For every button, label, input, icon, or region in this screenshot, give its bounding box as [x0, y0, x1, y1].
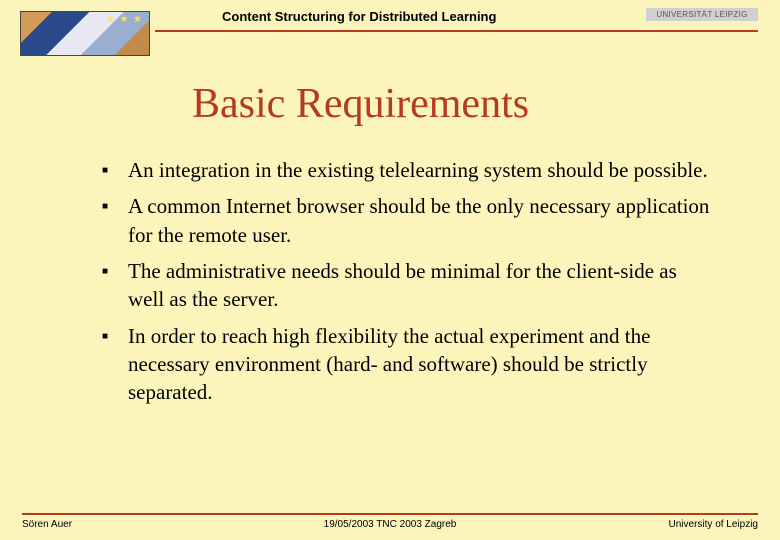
slide-title: Basic Requirements	[192, 80, 780, 128]
bullet-icon: ■	[102, 156, 128, 176]
header: ★ ★ ★ Content Structuring for Distribute…	[0, 0, 780, 58]
bullet-icon: ■	[102, 322, 128, 342]
bullet-text: In order to reach high flexibility the a…	[128, 322, 718, 407]
bullet-icon: ■	[102, 192, 128, 212]
running-title: Content Structuring for Distributed Lear…	[222, 9, 496, 24]
footer-affiliation: University of Leipzig	[608, 519, 758, 530]
footer-author: Sören Auer	[22, 519, 172, 530]
footer-rule	[22, 513, 758, 515]
header-thumbnail-image: ★ ★ ★	[20, 11, 150, 56]
thumbnail-stars-decoration: ★ ★ ★	[106, 14, 143, 25]
list-item: ■ The administrative needs should be min…	[102, 257, 718, 314]
footer-date-venue: 19/05/2003 TNC 2003 Zagreb	[172, 519, 608, 530]
bullet-list: ■ An integration in the existing telelea…	[102, 156, 718, 407]
institution-badge: UNIVERSITÄT LEIPZIG	[646, 8, 758, 21]
bullet-text: The administrative needs should be minim…	[128, 257, 718, 314]
list-item: ■ An integration in the existing telelea…	[102, 156, 718, 184]
header-rule	[155, 30, 758, 32]
bullet-text: A common Internet browser should be the …	[128, 192, 718, 249]
footer: Sören Auer 19/05/2003 TNC 2003 Zagreb Un…	[0, 513, 780, 530]
list-item: ■ A common Internet browser should be th…	[102, 192, 718, 249]
bullet-icon: ■	[102, 257, 128, 277]
bullet-text: An integration in the existing telelearn…	[128, 156, 708, 184]
list-item: ■ In order to reach high flexibility the…	[102, 322, 718, 407]
